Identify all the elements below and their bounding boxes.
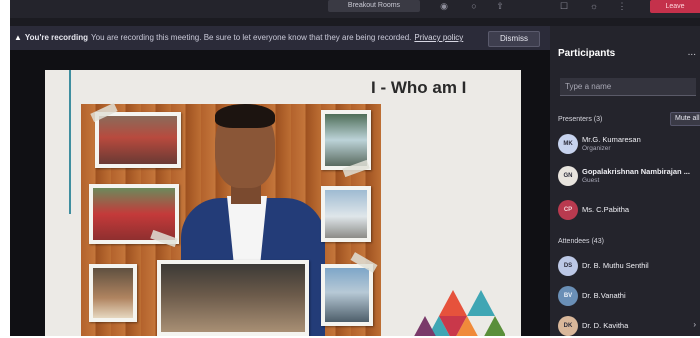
mic-icon[interactable]: ○ (468, 1, 480, 12)
avatar: MK (558, 134, 578, 154)
participants-panel: Participants ... Presenters (3) Mute all… (550, 26, 700, 336)
participant-name: Gopalakrishnan Nambirajan ... (582, 167, 690, 176)
avatar: BV (558, 286, 578, 306)
recording-banner: ▲ You're recording You are recording this … (10, 26, 550, 50)
presentation-slide: I - Who am I (45, 70, 521, 336)
chat-icon[interactable]: ☐ (558, 1, 570, 12)
participants-title: Participants (558, 48, 616, 59)
participant-row[interactable]: DS Dr. B. Muthu Senthil (558, 254, 700, 278)
slide-accent-line (69, 70, 71, 214)
recording-message: You are recording this meeting. Be sure … (91, 33, 412, 42)
more-options-icon[interactable]: ... (688, 48, 696, 58)
participant-search-input[interactable] (560, 78, 696, 96)
more-icon[interactable]: ⋮ (616, 1, 628, 12)
chevron-right-icon[interactable]: › (693, 320, 696, 329)
privacy-policy-link[interactable]: Privacy policy (414, 33, 463, 42)
participant-row[interactable]: GN Gopalakrishnan Nambirajan ... Guest (558, 164, 700, 188)
friends-photo (89, 264, 137, 322)
slide-title: I - Who am I (371, 78, 467, 97)
meeting-window: Breakout Rooms ◉ ○ ⇧ ☐ ☼ ⋮ Leave ▲ You're… (10, 0, 700, 336)
lake-photo (321, 264, 373, 326)
photo-collage (81, 102, 381, 336)
participant-row[interactable]: CP Ms. C.Pabitha (558, 198, 700, 222)
participant-name: Mr.G. Kumaresan (582, 135, 641, 144)
avatar: CP (558, 200, 578, 220)
top-toolbar: Breakout Rooms ◉ ○ ⇧ ☐ ☼ ⋮ Leave (10, 0, 700, 18)
leave-button[interactable]: Leave (650, 0, 700, 13)
participant-name: Ms. C.Pabitha (582, 205, 630, 214)
dinner-photo (157, 260, 309, 336)
avatar: GN (558, 166, 578, 186)
participants-icon[interactable]: ☼ (588, 1, 600, 12)
participant-role: Organizer (582, 145, 611, 152)
participant-name: Dr. B. Muthu Senthil (582, 261, 649, 270)
meeting-info-button[interactable]: Breakout Rooms (328, 0, 420, 12)
camera-icon[interactable]: ◉ (438, 1, 450, 12)
participant-row[interactable]: DK Dr. D. Kavitha › (558, 314, 700, 336)
shared-screen: I - Who am I (10, 50, 550, 336)
share-icon[interactable]: ⇧ (494, 1, 506, 12)
participant-row[interactable]: BV Dr. B.Vanathi (558, 284, 700, 308)
warning-icon: ▲ (14, 33, 22, 42)
participant-name: Dr. D. Kavitha (582, 321, 629, 330)
participant-row[interactable]: MK Mr.G. Kumaresan Organizer (558, 132, 700, 156)
participant-name: Dr. B.Vanathi (582, 291, 626, 300)
presenters-header: Presenters (3) (558, 116, 603, 123)
triangle-art (414, 290, 505, 336)
avatar: DS (558, 256, 578, 276)
participant-role: Guest (582, 177, 600, 184)
avatar: DK (558, 316, 578, 336)
mute-all-button[interactable]: Mute all (670, 112, 700, 126)
attendees-header: Attendees (43) (558, 238, 604, 245)
car-photo (321, 186, 371, 242)
group-photo-1 (95, 112, 181, 168)
recording-title: You're recording (24, 33, 89, 42)
dismiss-button[interactable]: Dismiss (488, 31, 540, 47)
